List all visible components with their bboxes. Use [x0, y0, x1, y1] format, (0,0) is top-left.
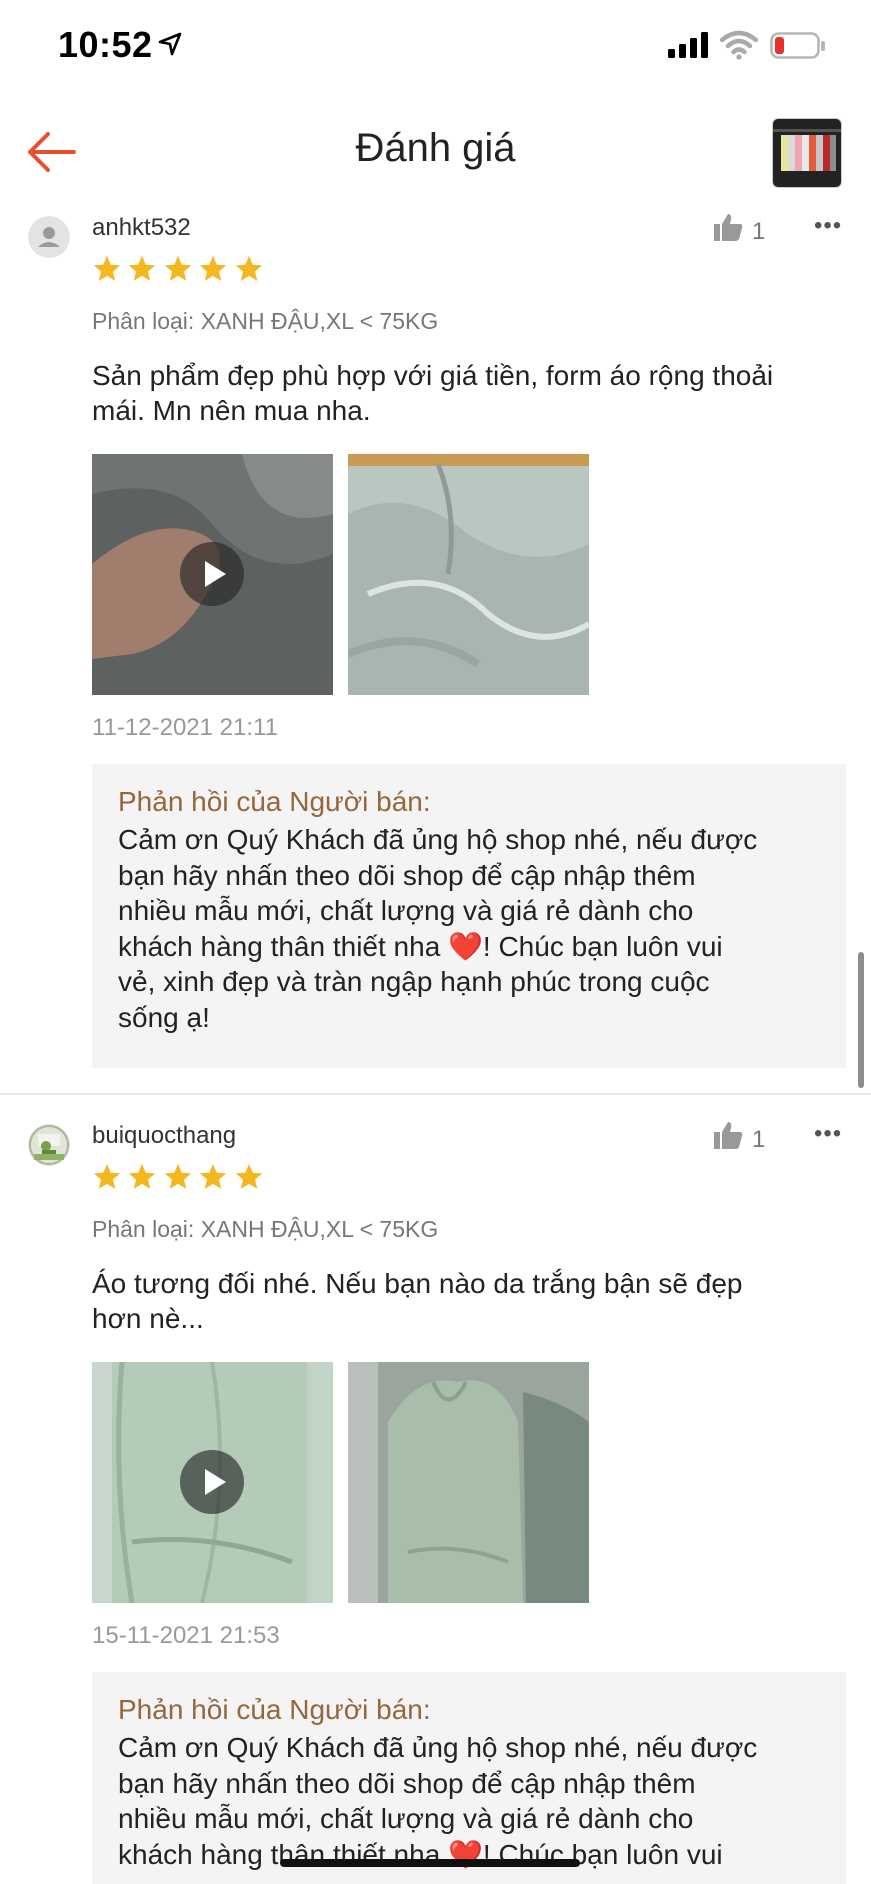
- play-button[interactable]: [180, 542, 244, 606]
- product-thumbnail[interactable]: [772, 118, 842, 188]
- variation-label: Phân loại: XANH ĐẬU,XL < 75KG: [92, 1216, 439, 1242]
- star-icon: [129, 1163, 156, 1189]
- star-icon: [200, 255, 227, 281]
- variation-label: Phân loại: XANH ĐẬU,XL < 75KG: [92, 308, 439, 334]
- status-time: 10:52: [58, 24, 153, 65]
- review-date: 15-11-2021 21:53: [92, 1622, 280, 1649]
- avatar: [28, 1124, 70, 1166]
- seller-reply-box: Phản hồi của Người bán: Cảm ơn Quý Khách…: [92, 1672, 846, 1884]
- seller-reply-text: Cảm ơn Quý Khách đã ủng hộ shop nhé, nếu…: [118, 824, 758, 1033]
- star-icon: [235, 1163, 263, 1189]
- review-image-thumbnail[interactable]: [348, 454, 589, 695]
- like-count: 1: [752, 1126, 766, 1153]
- reviewer-username: anhkt532: [92, 214, 191, 241]
- star-rating: [92, 254, 265, 289]
- wifi-icon: [720, 30, 758, 60]
- reviewer-username: buiquocthang: [92, 1122, 237, 1149]
- star-rating: [92, 1162, 265, 1197]
- review-text: Áo tương đối nhé. Nếu bạn nào da trắng b…: [92, 1268, 743, 1334]
- review-text: Sản phẩm đẹp phù hợp với giá tiền, form …: [92, 360, 774, 426]
- scrollbar[interactable]: [858, 952, 864, 1088]
- header: Đánh giá: [0, 100, 871, 204]
- cellular-signal-icon: [668, 32, 708, 58]
- review-divider: [0, 1093, 871, 1095]
- star-icon: [93, 255, 121, 281]
- thumbs-up-icon[interactable]: [712, 212, 744, 242]
- star-icon: [200, 1163, 227, 1189]
- review-image-thumbnail[interactable]: [348, 1362, 589, 1603]
- star-icon: [164, 1163, 192, 1189]
- review-video-thumbnail[interactable]: [92, 1362, 333, 1603]
- thumbs-up-icon[interactable]: [712, 1120, 744, 1150]
- like-count: 1: [752, 218, 766, 245]
- page-title: Đánh giá: [355, 126, 516, 170]
- star-icon: [129, 255, 156, 281]
- review-item: buiquocthang 1 ••• Phân loại: XANH ĐẬU,X…: [0, 1112, 871, 1884]
- star-icon: [164, 255, 192, 281]
- seller-reply-title: Phản hồi của Người bán:: [118, 786, 431, 817]
- battery-low-icon: [770, 32, 825, 59]
- more-options-icon[interactable]: •••: [814, 212, 842, 240]
- review-date: 11-12-2021 21:11: [92, 714, 278, 741]
- star-icon: [235, 255, 263, 281]
- home-indicator[interactable]: [280, 1859, 580, 1867]
- star-icon: [93, 1163, 121, 1189]
- status-bar: 10:52: [0, 0, 871, 96]
- play-button[interactable]: [180, 1450, 244, 1514]
- seller-reply-text: Cảm ơn Quý Khách đã ủng hộ shop nhé, nếu…: [118, 1732, 758, 1870]
- avatar-placeholder: [28, 216, 70, 258]
- more-options-icon[interactable]: •••: [814, 1120, 842, 1148]
- seller-reply-box: Phản hồi của Người bán: Cảm ơn Quý Khách…: [92, 764, 846, 1068]
- review-item: anhkt532 1 ••• Phân loại: XANH ĐẬU,XL < …: [0, 204, 871, 1094]
- location-arrow-icon: [158, 32, 182, 56]
- seller-reply-title: Phản hồi của Người bán:: [118, 1694, 431, 1725]
- review-video-thumbnail[interactable]: [92, 454, 333, 695]
